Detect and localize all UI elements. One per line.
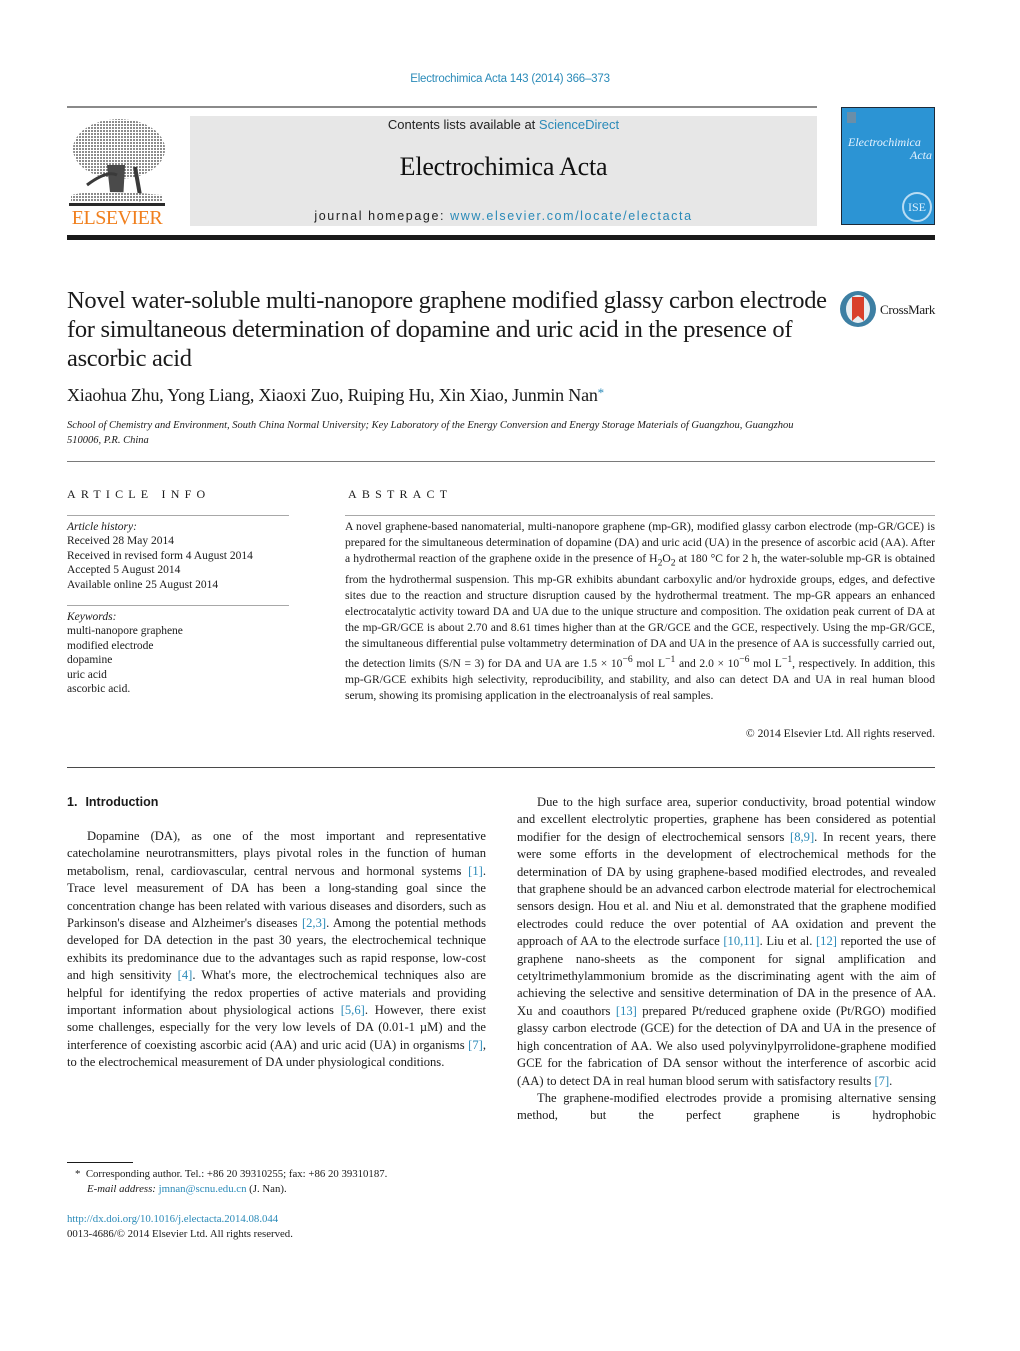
section-title: Introduction (85, 795, 159, 809)
footnote: * Corresponding author. Tel.: +86 20 393… (75, 1167, 505, 1196)
journal-homepage: journal homepage: www.elsevier.com/locat… (190, 209, 817, 223)
authors-names: Xiaohua Zhu, Yong Liang, Xiaoxi Zuo, Rui… (67, 385, 598, 405)
author-list: Xiaohua Zhu, Yong Liang, Xiaoxi Zuo, Rui… (67, 385, 604, 406)
elsevier-tree-icon (69, 119, 165, 206)
crossmark-label: CrossMark (880, 302, 936, 317)
cover-title-line2: Acta (910, 148, 932, 162)
abstract-text: and 2.0 × 10 (675, 656, 740, 670)
citation-link[interactable]: [13] (616, 1004, 637, 1018)
citation-link[interactable]: [7] (874, 1074, 889, 1088)
paragraph: The graphene-modified electrodes provide… (517, 1090, 936, 1125)
cover-title: Electrochimica Acta (848, 136, 932, 162)
corresponding-text: Corresponding author. Tel.: +86 20 39310… (85, 1168, 388, 1180)
journal-cover-thumbnail[interactable]: Electrochimica Acta ISE (841, 107, 935, 225)
citation-link[interactable]: [4] (178, 968, 193, 982)
abstract-text: mol L (632, 656, 666, 670)
email-suffix: (J. Nan). (246, 1182, 287, 1195)
superscript: −6 (622, 654, 633, 666)
paragraph-text: . (889, 1073, 893, 1088)
body-divider (67, 767, 935, 768)
paragraph-text: . In recent years, there were some effor… (517, 829, 936, 949)
email-note: E-mail address: jmnan@scnu.edu.cn (J. Na… (75, 1182, 505, 1197)
keywords-heading: Keywords: (67, 611, 117, 623)
body-column-right: Due to the high surface area, superior c… (517, 794, 936, 1125)
title-divider (67, 461, 935, 462)
superscript: −6 (739, 654, 750, 666)
email-label: E-mail address: (87, 1182, 159, 1195)
body-column-left: Dopamine (DA), as one of the most import… (67, 828, 486, 1072)
footnote-marker: * (75, 1168, 81, 1180)
abstract-body: A novel graphene-based nanomaterial, mul… (345, 519, 935, 704)
keyword-item: dopamine (67, 654, 113, 667)
article-info-rule (67, 515, 289, 516)
superscript: −1 (781, 654, 793, 666)
citation-link[interactable]: [5,6] (341, 1003, 365, 1017)
email-link[interactable]: jmnan@scnu.edu.cn (159, 1183, 247, 1195)
paragraph-text: Dopamine (DA), as one of the most import… (67, 829, 486, 878)
footnote-rule (67, 1162, 133, 1163)
affiliation: School of Chemistry and Environment, Sou… (67, 420, 794, 446)
paragraph-text: The graphene-modified electrodes provide… (517, 1090, 936, 1123)
homepage-prefix: journal homepage: (314, 209, 451, 223)
paragraph-text: . Liu et al. (759, 934, 816, 949)
abstract-copyright: © 2014 Elsevier Ltd. All rights reserved… (745, 727, 935, 740)
keyword-item: uric acid (67, 668, 107, 681)
contents-prefix: Contents lists available at (387, 117, 539, 132)
journal-homepage-link[interactable]: www.elsevier.com/locate/electacta (450, 209, 692, 223)
keyword-item: ascorbic acid. (67, 683, 131, 696)
history-item: Received 28 May 2014 (67, 535, 174, 548)
article-history-heading: Article history: (67, 521, 137, 533)
doi-block: http://dx.doi.org/10.1016/j.electacta.20… (67, 1212, 293, 1241)
section-heading-introduction: 1. Introduction (67, 795, 158, 809)
elsevier-wordmark: ELSEVIER (71, 207, 163, 229)
abstract-text: at 180 °C for 2 h, the water-soluble mp-… (345, 552, 935, 670)
journal-name: Electrochimica Acta (399, 152, 608, 181)
corresponding-author-marker[interactable]: * (598, 385, 605, 400)
ise-badge-icon: ISE (902, 192, 932, 222)
article-history: Article history: Received 28 May 2014 Re… (67, 520, 297, 592)
sciencedirect-link[interactable]: ScienceDirect (539, 117, 619, 132)
paragraph: Due to the high surface area, superior c… (517, 794, 936, 1090)
cover-publisher-icon (847, 112, 856, 123)
citation-link[interactable]: [7] (468, 1038, 483, 1052)
citation-link[interactable]: [1] (468, 864, 483, 878)
history-item: Accepted 5 August 2014 (67, 564, 181, 577)
header-thick-rule (67, 235, 935, 240)
contents-availability: Contents lists available at ScienceDirec… (190, 117, 817, 132)
keywords-rule (67, 605, 289, 606)
history-item: Received in revised form 4 August 2014 (67, 549, 253, 562)
crossmark-button[interactable]: CrossMark (840, 291, 940, 331)
issn-copyright: 0013-4686/© 2014 Elsevier Ltd. All right… (67, 1227, 293, 1240)
journal-reference-link[interactable]: Electrochimica Acta 143 (2014) 366–373 (0, 73, 1020, 85)
citation-link[interactable]: [12] (816, 934, 837, 948)
history-item: Available online 25 August 2014 (67, 578, 219, 591)
paragraph: Dopamine (DA), as one of the most import… (67, 828, 486, 1072)
abstract-rule (345, 515, 935, 516)
citation-link[interactable]: [8,9] (790, 830, 814, 844)
citation-link[interactable]: [10,11] (723, 934, 759, 948)
abstract-text: O (662, 552, 671, 566)
keyword-item: multi-nanopore graphene (67, 625, 183, 638)
keywords: Keywords: multi-nanopore graphene modifi… (67, 610, 297, 696)
header-top-rule (67, 106, 817, 108)
abstract-heading: ABSTRACT (348, 487, 453, 501)
superscript: −1 (665, 654, 676, 666)
citation-link[interactable]: [2,3] (302, 916, 326, 930)
section-number: 1. (67, 795, 78, 809)
article-title: Novel water-soluble multi-nanopore graph… (67, 287, 827, 372)
article-info-heading: ARTICLE INFO (67, 487, 211, 501)
abstract-text: mol L (749, 656, 782, 670)
corresponding-author-note: * Corresponding author. Tel.: +86 20 393… (75, 1167, 505, 1182)
keyword-item: modified electrode (67, 639, 154, 652)
doi-link[interactable]: http://dx.doi.org/10.1016/j.electacta.20… (67, 1213, 278, 1225)
